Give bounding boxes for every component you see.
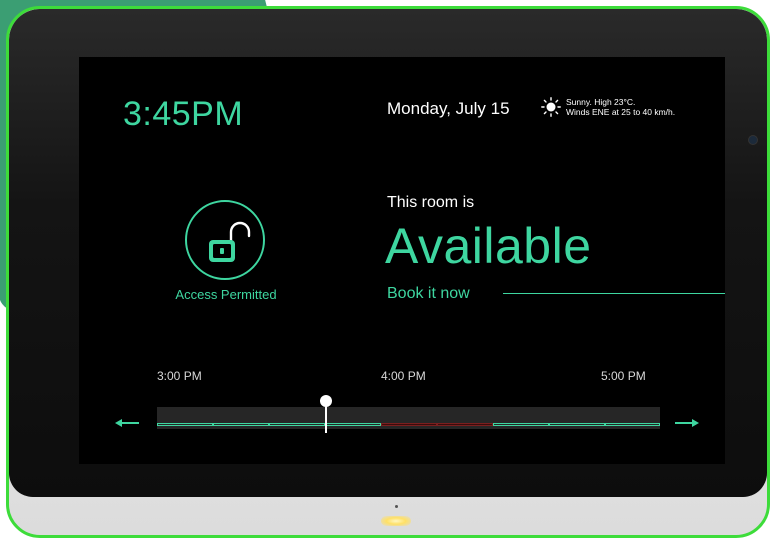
timeline-slot[interactable] [549, 423, 605, 426]
sensor-dot [395, 505, 398, 508]
weather-info: Sunny. High 23°C. Winds ENE at 25 to 40 … [566, 97, 675, 117]
current-date: Monday, July 15 [387, 99, 510, 118]
timeline-label-start: 3:00 PM [157, 369, 202, 383]
tablet-device: 3:45PM Monday, July 15 Sunny. High 23°C.… [6, 6, 770, 538]
book-now-link[interactable]: Book it now [387, 285, 470, 303]
room-intro: This room is [387, 194, 475, 211]
access-label: Access Permitted [175, 287, 277, 302]
weather-wind: Winds ENE at 25 to 40 km/h. [566, 107, 676, 117]
timeline-slot[interactable] [325, 423, 381, 426]
timeline-label-end: 5:00 PM [601, 369, 646, 383]
camera-icon [748, 135, 758, 145]
timeline-slot[interactable] [213, 423, 269, 426]
timeline-slot[interactable] [605, 423, 660, 426]
arrow-left-icon[interactable] [115, 417, 141, 429]
room-status: Available [385, 218, 592, 274]
timeline-slot[interactable] [157, 423, 213, 426]
arrow-right-icon[interactable] [673, 417, 699, 429]
access-status-button[interactable] [185, 200, 265, 280]
room-display-screen: 3:45PM Monday, July 15 Sunny. High 23°C.… [79, 57, 725, 464]
book-underline [503, 293, 725, 294]
status-led [381, 516, 411, 526]
weather-summary: Sunny. High 23°C. [566, 97, 636, 107]
timeline-slot[interactable] [269, 423, 325, 426]
sun-icon [541, 97, 561, 117]
current-time-knob [320, 395, 332, 407]
timeline-slot-busy[interactable] [437, 423, 493, 426]
schedule-timeline[interactable] [157, 395, 660, 433]
timeline-slot-busy[interactable] [381, 423, 437, 426]
unlock-icon [209, 221, 251, 262]
timeline-label-mid: 4:00 PM [381, 369, 426, 383]
timeline-slot[interactable] [493, 423, 549, 426]
current-time: 3:45PM [123, 95, 244, 133]
